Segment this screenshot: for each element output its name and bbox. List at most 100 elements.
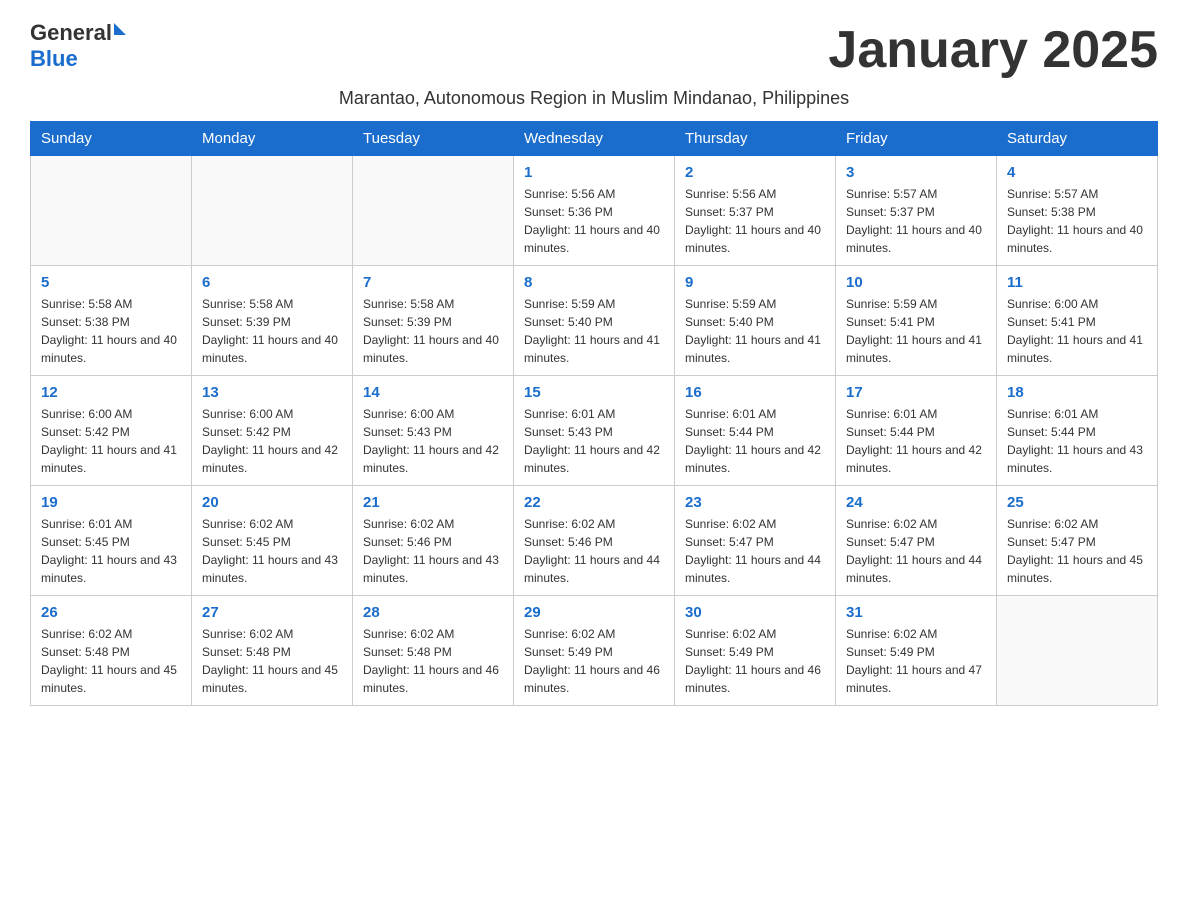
day-number: 14 (363, 384, 503, 401)
calendar-cell: 18 Sunrise: 6:01 AM Sunset: 5:44 PM Dayli… (997, 376, 1158, 486)
day-info: Sunrise: 6:02 AM Sunset: 5:45 PM Dayligh… (202, 515, 342, 587)
calendar-header-tuesday: Tuesday (353, 122, 514, 156)
calendar-cell (31, 156, 192, 266)
day-number: 5 (41, 274, 181, 291)
day-number: 24 (846, 494, 986, 511)
day-number: 6 (202, 274, 342, 291)
calendar-cell (997, 596, 1158, 706)
day-number: 8 (524, 274, 664, 291)
calendar-cell: 6 Sunrise: 5:58 AM Sunset: 5:39 PM Daylig… (192, 266, 353, 376)
calendar-header-sunday: Sunday (31, 122, 192, 156)
day-info: Sunrise: 6:00 AM Sunset: 5:42 PM Dayligh… (41, 405, 181, 477)
calendar-cell: 5 Sunrise: 5:58 AM Sunset: 5:38 PM Daylig… (31, 266, 192, 376)
day-number: 19 (41, 494, 181, 511)
calendar-cell: 4 Sunrise: 5:57 AM Sunset: 5:38 PM Daylig… (997, 156, 1158, 266)
day-number: 4 (1007, 164, 1147, 181)
day-number: 23 (685, 494, 825, 511)
calendar-cell: 15 Sunrise: 6:01 AM Sunset: 5:43 PM Dayli… (514, 376, 675, 486)
day-number: 15 (524, 384, 664, 401)
calendar-cell: 17Sunrise: 6:01 AM Sunset: 5:44 PM Dayli… (836, 376, 997, 486)
calendar-header-wednesday: Wednesday (514, 122, 675, 156)
location-subtitle: Marantao, Autonomous Region in Muslim Mi… (30, 88, 1158, 109)
calendar-cell: 27 Sunrise: 6:02 AM Sunset: 5:48 PM Dayli… (192, 596, 353, 706)
day-info: Sunrise: 6:02 AM Sunset: 5:46 PM Dayligh… (363, 515, 503, 587)
calendar-header-thursday: Thursday (675, 122, 836, 156)
calendar-cell: 7Sunrise: 5:58 AM Sunset: 5:39 PM Daylig… (353, 266, 514, 376)
day-info: Sunrise: 5:59 AM Sunset: 5:41 PM Dayligh… (846, 295, 986, 367)
day-info: Sunrise: 6:02 AM Sunset: 5:48 PM Dayligh… (41, 625, 181, 697)
day-info: Sunrise: 5:57 AM Sunset: 5:38 PM Dayligh… (1007, 185, 1147, 257)
calendar-header-friday: Friday (836, 122, 997, 156)
day-info: Sunrise: 6:01 AM Sunset: 5:45 PM Dayligh… (41, 515, 181, 587)
day-info: Sunrise: 5:58 AM Sunset: 5:39 PM Dayligh… (202, 295, 342, 367)
calendar-cell: 29 Sunrise: 6:02 AM Sunset: 5:49 PM Dayli… (514, 596, 675, 706)
day-number: 22 (524, 494, 664, 511)
day-number: 12 (41, 384, 181, 401)
day-info: Sunrise: 6:02 AM Sunset: 5:49 PM Dayligh… (524, 625, 664, 697)
day-info: Sunrise: 6:01 AM Sunset: 5:43 PM Dayligh… (524, 405, 664, 477)
day-info: Sunrise: 6:02 AM Sunset: 5:47 PM Dayligh… (1007, 515, 1147, 587)
calendar-cell: 30Sunrise: 6:02 AM Sunset: 5:49 PM Dayli… (675, 596, 836, 706)
logo-text-general: General (30, 20, 112, 46)
calendar-cell: 22 Sunrise: 6:02 AM Sunset: 5:46 PM Dayli… (514, 486, 675, 596)
day-number: 21 (363, 494, 503, 511)
day-number: 2 (685, 164, 825, 181)
day-info: Sunrise: 5:58 AM Sunset: 5:38 PM Dayligh… (41, 295, 181, 367)
day-number: 26 (41, 604, 181, 621)
calendar-cell: 14 Sunrise: 6:00 AM Sunset: 5:43 PM Dayli… (353, 376, 514, 486)
calendar-week-row: 1 Sunrise: 5:56 AM Sunset: 5:36 PM Daylig… (31, 156, 1158, 266)
day-info: Sunrise: 6:01 AM Sunset: 5:44 PM Dayligh… (685, 405, 825, 477)
day-info: Sunrise: 5:58 AM Sunset: 5:39 PM Dayligh… (363, 295, 503, 367)
month-title: January 2025 (828, 20, 1158, 80)
day-info: Sunrise: 6:02 AM Sunset: 5:48 PM Dayligh… (202, 625, 342, 697)
day-info: Sunrise: 5:57 AM Sunset: 5:37 PM Dayligh… (846, 185, 986, 257)
calendar-cell: 24 Sunrise: 6:02 AM Sunset: 5:47 PM Dayli… (836, 486, 997, 596)
day-number: 25 (1007, 494, 1147, 511)
calendar-header-saturday: Saturday (997, 122, 1158, 156)
calendar-cell: 11 Sunrise: 6:00 AM Sunset: 5:41 PM Dayli… (997, 266, 1158, 376)
calendar-cell: 9 Sunrise: 5:59 AM Sunset: 5:40 PM Daylig… (675, 266, 836, 376)
calendar-cell: 26 Sunrise: 6:02 AM Sunset: 5:48 PM Dayli… (31, 596, 192, 706)
calendar-cell: 21 Sunrise: 6:02 AM Sunset: 5:46 PM Dayli… (353, 486, 514, 596)
day-number: 1 (524, 164, 664, 181)
calendar-cell: 16 Sunrise: 6:01 AM Sunset: 5:44 PM Dayli… (675, 376, 836, 486)
day-number: 27 (202, 604, 342, 621)
day-info: Sunrise: 6:02 AM Sunset: 5:47 PM Dayligh… (846, 515, 986, 587)
calendar-cell: 13 Sunrise: 6:00 AM Sunset: 5:42 PM Dayli… (192, 376, 353, 486)
day-number: 28 (363, 604, 503, 621)
calendar-cell (353, 156, 514, 266)
day-number: 9 (685, 274, 825, 291)
day-number: 11 (1007, 274, 1147, 291)
day-info: Sunrise: 6:00 AM Sunset: 5:42 PM Dayligh… (202, 405, 342, 477)
day-info: Sunrise: 6:02 AM Sunset: 5:47 PM Dayligh… (685, 515, 825, 587)
day-info: Sunrise: 5:59 AM Sunset: 5:40 PM Dayligh… (685, 295, 825, 367)
day-info: Sunrise: 6:02 AM Sunset: 5:49 PM Dayligh… (685, 625, 825, 697)
day-info: Sunrise: 6:02 AM Sunset: 5:46 PM Dayligh… (524, 515, 664, 587)
day-number: 18 (1007, 384, 1147, 401)
calendar-header-monday: Monday (192, 122, 353, 156)
day-info: Sunrise: 6:02 AM Sunset: 5:48 PM Dayligh… (363, 625, 503, 697)
day-number: 3 (846, 164, 986, 181)
page-header: General Blue January 2025 (30, 20, 1158, 80)
day-number: 31 (846, 604, 986, 621)
calendar-table: SundayMondayTuesdayWednesdayThursdayFrid… (30, 121, 1158, 706)
calendar-cell: 1 Sunrise: 5:56 AM Sunset: 5:36 PM Daylig… (514, 156, 675, 266)
calendar-week-row: 26 Sunrise: 6:02 AM Sunset: 5:48 PM Dayli… (31, 596, 1158, 706)
day-number: 16 (685, 384, 825, 401)
day-number: 20 (202, 494, 342, 511)
day-info: Sunrise: 6:01 AM Sunset: 5:44 PM Dayligh… (1007, 405, 1147, 477)
calendar-cell: 12 Sunrise: 6:00 AM Sunset: 5:42 PM Dayli… (31, 376, 192, 486)
calendar-header-row: SundayMondayTuesdayWednesdayThursdayFrid… (31, 122, 1158, 156)
day-info: Sunrise: 6:02 AM Sunset: 5:49 PM Dayligh… (846, 625, 986, 697)
day-info: Sunrise: 6:00 AM Sunset: 5:43 PM Dayligh… (363, 405, 503, 477)
day-info: Sunrise: 5:56 AM Sunset: 5:37 PM Dayligh… (685, 185, 825, 257)
logo: General Blue (30, 20, 126, 72)
day-number: 29 (524, 604, 664, 621)
day-info: Sunrise: 6:01 AM Sunset: 5:44 PM Dayligh… (846, 405, 986, 477)
day-number: 13 (202, 384, 342, 401)
calendar-cell: 31 Sunrise: 6:02 AM Sunset: 5:49 PM Dayli… (836, 596, 997, 706)
day-info: Sunrise: 5:56 AM Sunset: 5:36 PM Dayligh… (524, 185, 664, 257)
day-info: Sunrise: 6:00 AM Sunset: 5:41 PM Dayligh… (1007, 295, 1147, 367)
day-number: 10 (846, 274, 986, 291)
calendar-week-row: 5 Sunrise: 5:58 AM Sunset: 5:38 PM Daylig… (31, 266, 1158, 376)
